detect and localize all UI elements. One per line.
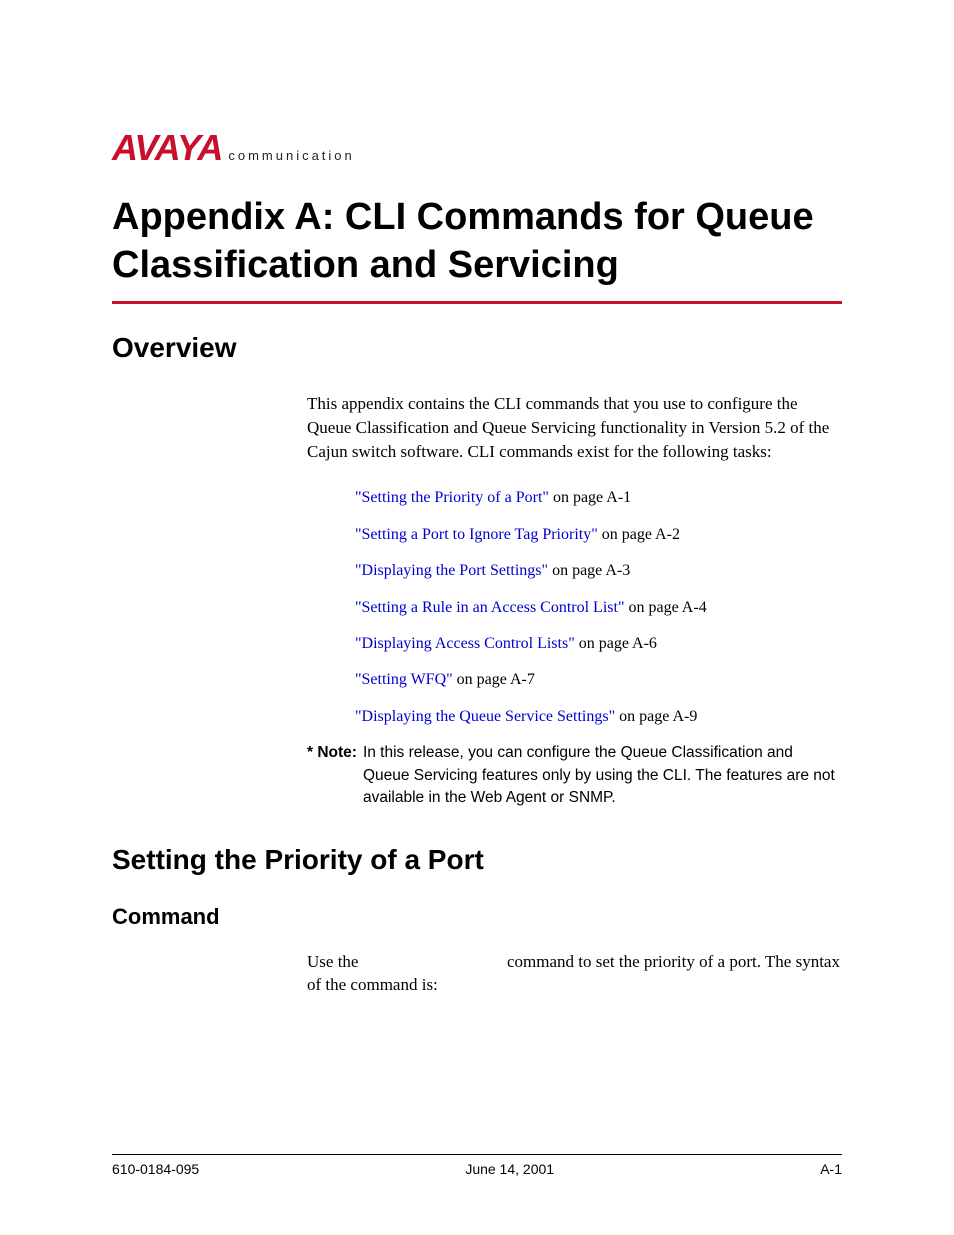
- brand-logo: AVAYA: [112, 130, 222, 166]
- xref-link[interactable]: "Displaying the Port Settings": [355, 562, 548, 579]
- xref-item: "Displaying Access Control Lists" on pag…: [355, 633, 842, 655]
- footer-docnum: 610-0184-095: [112, 1161, 199, 1177]
- xref-item: "Setting the Priority of a Port" on page…: [355, 487, 842, 509]
- xref-list: "Setting the Priority of a Port" on page…: [355, 487, 842, 728]
- xref-suffix: on page A-2: [598, 526, 680, 543]
- footer-date: June 14, 2001: [465, 1161, 554, 1177]
- footer-pagenum: A-1: [820, 1161, 842, 1177]
- xref-link[interactable]: "Displaying the Queue Service Settings": [355, 708, 615, 725]
- xref-suffix: on page A-6: [575, 635, 657, 652]
- xref-suffix: on page A-7: [453, 671, 535, 688]
- logo-block: AVAYA communication: [112, 130, 842, 166]
- xref-item: "Displaying the Port Settings" on page A…: [355, 560, 842, 582]
- xref-item: "Displaying the Queue Service Settings" …: [355, 706, 842, 728]
- footer-rule: [112, 1154, 842, 1155]
- command-text-pre: Use the: [307, 952, 363, 971]
- xref-link[interactable]: "Setting a Rule in an Access Control Lis…: [355, 599, 624, 616]
- xref-link[interactable]: "Setting the Priority of a Port": [355, 489, 549, 506]
- xref-suffix: on page A-1: [549, 489, 631, 506]
- overview-body: This appendix contains the CLI commands …: [307, 392, 842, 810]
- xref-link[interactable]: "Setting a Port to Ignore Tag Priority": [355, 526, 598, 543]
- xref-item: "Setting a Rule in an Access Control Lis…: [355, 597, 842, 619]
- xref-suffix: on page A-9: [615, 708, 697, 725]
- page-footer: 610-0184-095 June 14, 2001 A-1: [112, 1154, 842, 1177]
- page-title: Appendix A: CLI Commands for Queue Class…: [112, 194, 842, 289]
- xref-suffix: on page A-3: [548, 562, 630, 579]
- overview-heading: Overview: [112, 332, 842, 364]
- overview-intro: This appendix contains the CLI commands …: [307, 392, 842, 463]
- xref-suffix: on page A-4: [624, 599, 706, 616]
- note-label: * Note:: [307, 742, 357, 809]
- note-text: In this release, you can configure the Q…: [363, 742, 842, 809]
- xref-item: "Setting a Port to Ignore Tag Priority" …: [355, 524, 842, 546]
- xref-link[interactable]: "Displaying Access Control Lists": [355, 635, 575, 652]
- title-rule: [112, 301, 842, 304]
- command-body: Use the command to set the priority of a…: [307, 950, 842, 998]
- command-subheading: Command: [112, 904, 842, 930]
- xref-item: "Setting WFQ" on page A-7: [355, 669, 842, 691]
- setting-priority-heading: Setting the Priority of a Port: [112, 844, 842, 876]
- brand-subtext: communication: [228, 148, 354, 166]
- note-block: * Note: In this release, you can configu…: [307, 742, 842, 809]
- document-page: AVAYA communication Appendix A: CLI Comm…: [0, 0, 954, 1235]
- xref-link[interactable]: "Setting WFQ": [355, 671, 453, 688]
- command-text-post: command to set the priority of a port. T…: [307, 952, 840, 995]
